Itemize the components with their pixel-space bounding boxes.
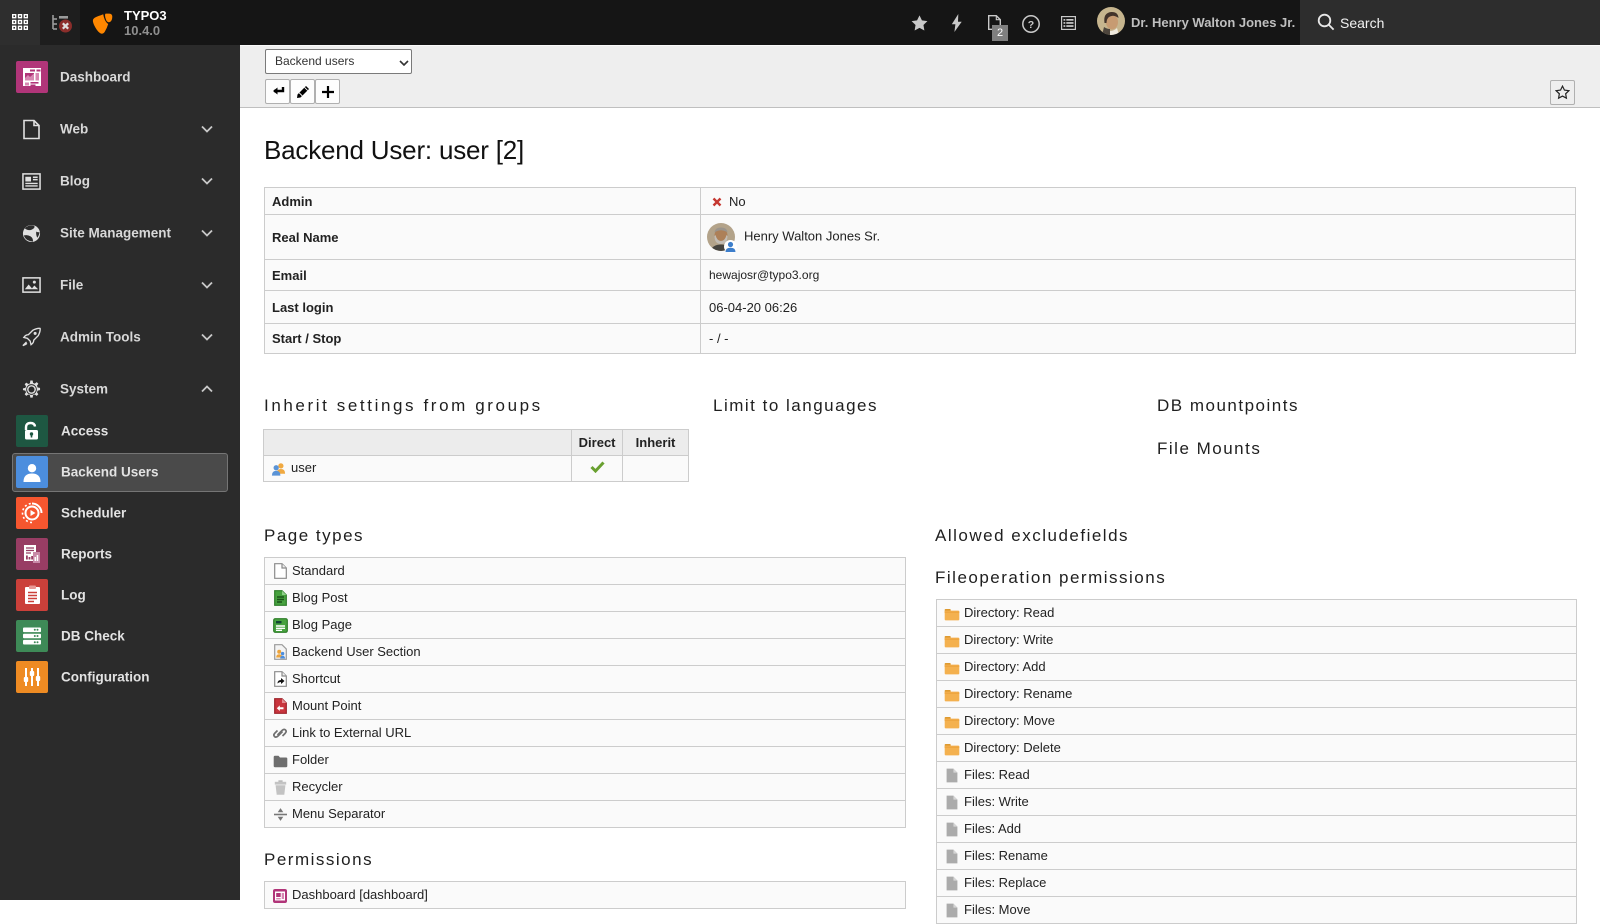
svg-text:?: ? (1028, 19, 1034, 31)
